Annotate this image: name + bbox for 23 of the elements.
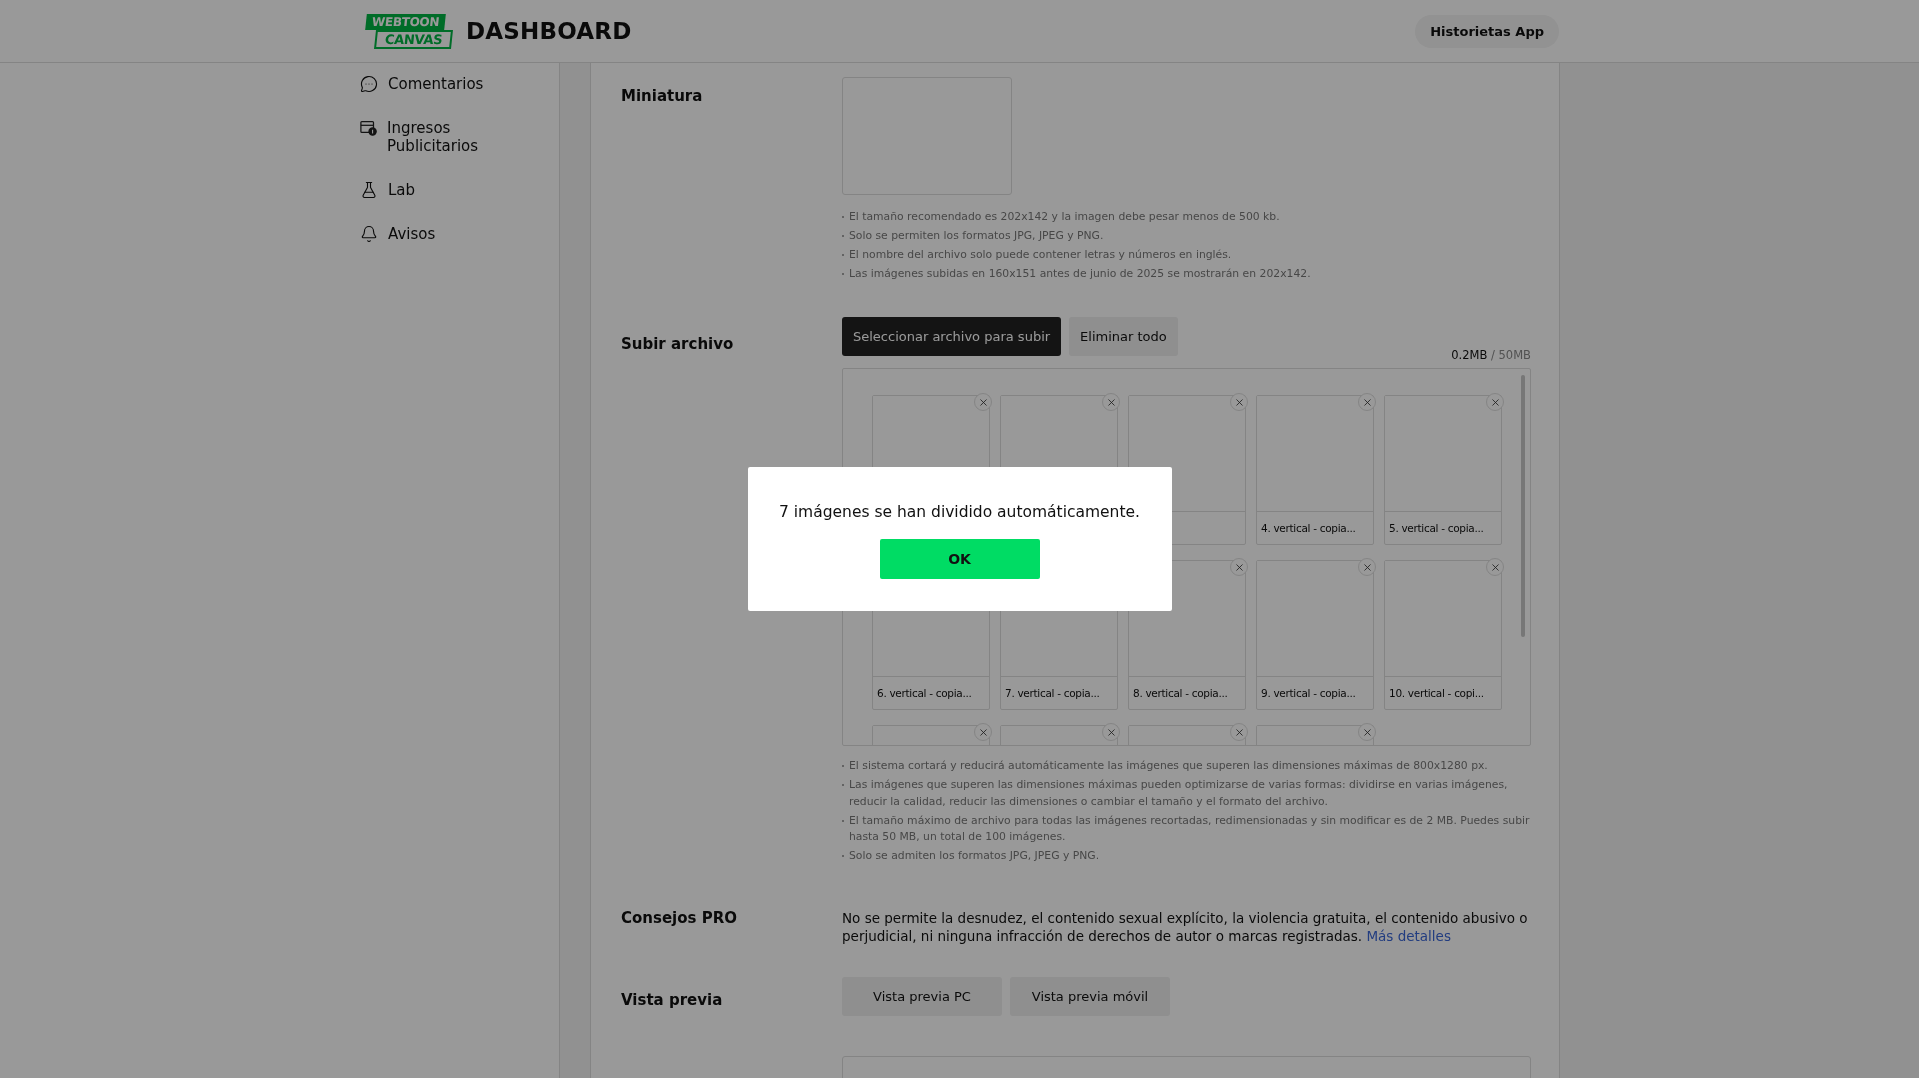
file-caption: 6. vertical - copia... — [877, 686, 972, 700]
section-label: Miniatura — [621, 87, 704, 105]
note-text: Solo se permiten los formatos JPG, JPEG y PNG. — [849, 228, 1104, 244]
note-text: El tamaño recomendado es 202x142 y la imagen debe pesar menos de 500 kb. — [849, 209, 1280, 225]
section-label: Subir archivo — [621, 335, 735, 353]
file-caption: 4. vertical - copia... — [1261, 521, 1356, 535]
section-label: Vista previa — [621, 991, 724, 1009]
storage-usage: 0.2MB / 50MB — [1450, 348, 1531, 362]
file-caption: 7. vertical - copia... — [1005, 686, 1100, 700]
note-text: El nombre del archivo solo puede contener letras y números en inglés. — [849, 247, 1232, 263]
file-caption: 5. vertical - copia... — [1389, 521, 1484, 535]
note-text: El tamaño máximo de archivo para todas las imágenes recortadas, redimensionadas y sin modificar es de 2 MB. Puedes subir hasta 50 MB, un total de 100 imágenes. — [849, 812, 1531, 845]
file-caption: 10. vertical - copi... — [1389, 686, 1484, 700]
note-text: El sistema cortará y reducirá automáticamente las imágenes que superen las dimensiones máximas de 800x1280 px. — [849, 758, 1488, 774]
note-text: Las imágenes que superen las dimensiones máximas pueden optimizarse de varias formas: dividirse en varias imágenes, reducir la calidad, reducir las dimensiones o cambiar el tamaño y el formato del archivo. — [849, 777, 1509, 810]
file-caption: 9. vertical - copia... — [1261, 686, 1356, 700]
page-title: DASHBOARD — [466, 18, 632, 44]
file-caption: 8. vertical - copia... — [1133, 686, 1228, 700]
note-text: Solo se admiten los formatos JPG, JPEG y PNG. — [849, 848, 1100, 864]
note-text: Las imágenes subidas en 160x151 antes de junio de 2025 se mostrarán en 202x142. — [849, 266, 1311, 282]
dialog-message: 7 imágenes se han dividido automáticamente. — [779, 503, 1140, 521]
tips-text: No se permite la desnudez, el contenido sexual explícito, la violencia gratuita, el contenido abusivo o perjudicial, ni ninguna infracción de derechos de autor o marcas registradas. Más detalles — [842, 909, 1529, 945]
section-label: Consejos PRO — [621, 909, 738, 927]
